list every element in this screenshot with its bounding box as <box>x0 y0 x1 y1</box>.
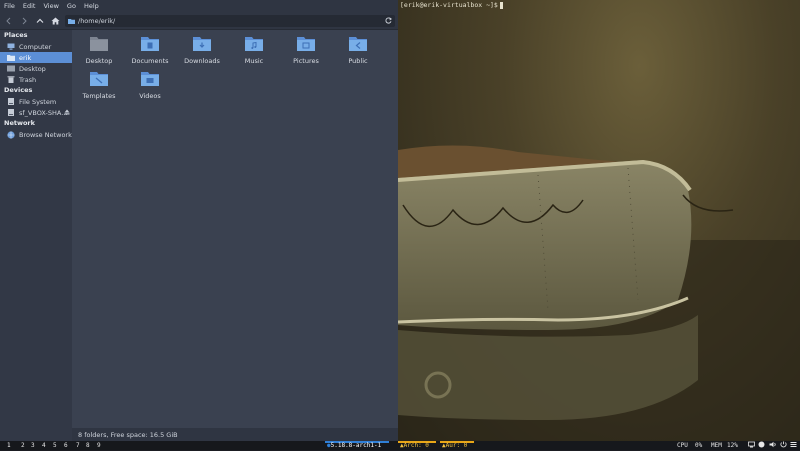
workspace-3[interactable]: 3 <box>31 442 35 450</box>
boat-wallpaper-image <box>398 145 800 441</box>
workspace-6[interactable]: 6 <box>64 442 68 450</box>
sidebar-item-erik[interactable]: erik <box>0 52 72 63</box>
menu-file[interactable]: File <box>0 0 19 13</box>
drive-icon <box>7 98 15 105</box>
sidebar-item-desktop[interactable]: Desktop <box>0 63 72 74</box>
menu-view[interactable]: View <box>39 0 62 13</box>
home-button[interactable] <box>49 15 61 27</box>
sidebar-item-file-system[interactable]: File System <box>0 96 72 107</box>
mem-label: MEM <box>711 442 722 449</box>
file-manager-window: File Edit View Go Help /home/erik/ Place… <box>0 0 398 441</box>
trash-icon <box>7 76 15 83</box>
arch-updates: ▲Arch: 0 <box>398 441 431 450</box>
chevron-up-icon <box>36 18 44 23</box>
desktop-icon <box>7 65 15 72</box>
sidebar: Places Computer erik Desktop Trash Devic… <box>0 30 72 441</box>
folder-item[interactable]: Templates <box>73 70 125 100</box>
sidebar-item-label: Trash <box>19 75 37 84</box>
menu-help[interactable]: Help <box>80 0 103 13</box>
toolbar: /home/erik/ <box>0 13 398 30</box>
network-header: Network <box>4 119 35 127</box>
folder-name: Templates <box>82 92 116 100</box>
folder-name: Downloads <box>184 57 220 65</box>
folder-item[interactable]: Documents <box>124 35 176 65</box>
up-button[interactable] <box>34 15 46 27</box>
places-header: Places <box>4 31 28 39</box>
chevron-left-icon <box>6 17 11 25</box>
sidebar-item-computer[interactable]: Computer <box>0 41 72 52</box>
folder-name: Public <box>348 57 368 65</box>
sidebar-item-browse-network[interactable]: Browse Network <box>0 129 72 140</box>
folder-item[interactable]: Downloads <box>176 35 228 65</box>
home-icon <box>51 17 59 25</box>
folder-downloads-icon <box>193 35 211 51</box>
workspace-8[interactable]: 8 <box>86 442 90 450</box>
sidebar-item-label: sf_VBOX-SHA... <box>19 108 68 117</box>
sidebar-item-label: Desktop <box>19 64 46 73</box>
folder-desktop-icon <box>90 35 108 51</box>
folder-icon <box>68 19 75 24</box>
home-icon <box>7 54 15 61</box>
drive-icon <box>7 109 15 116</box>
workspace-5[interactable]: 5 <box>53 442 57 450</box>
aur-updates-text: Aur: 0 <box>445 442 468 449</box>
chevron-right-icon <box>22 17 27 25</box>
status-text: 8 folders, Free space: 16.5 GiB <box>78 431 178 439</box>
menu-bar: File Edit View Go Help <box>0 0 398 13</box>
mem-value: 12% <box>727 442 738 449</box>
folder-item[interactable]: Pictures <box>280 35 332 65</box>
workspace-4[interactable]: 4 <box>42 442 46 450</box>
file-view: Desktop Documents Downloads Music Pictur… <box>72 30 398 428</box>
sidebar-item-label: Browse Network <box>19 130 72 139</box>
kernel-text: 5.18.8-arch1-1 <box>330 442 382 449</box>
folder-item[interactable]: Public <box>332 35 384 65</box>
terminal-window[interactable]: [erik@erik-virtualbox ~]$ <box>398 0 800 441</box>
folder-documents-icon <box>141 35 159 51</box>
menu-edit[interactable]: Edit <box>19 0 40 13</box>
back-button[interactable] <box>3 15 15 27</box>
workspace-9[interactable]: 9 <box>97 442 101 450</box>
folder-name: Desktop <box>85 57 113 65</box>
folder-templates-icon <box>90 70 108 86</box>
folder-item[interactable]: Music <box>228 35 280 65</box>
terminal-cursor <box>499 1 503 9</box>
devices-header: Devices <box>4 86 33 94</box>
folder-name: Videos <box>139 92 161 100</box>
folder-videos-icon <box>141 70 159 86</box>
menu-go[interactable]: Go <box>63 0 80 13</box>
sidebar-item-label: File System <box>19 97 57 106</box>
arch-updates-text: Arch: 0 <box>403 442 429 449</box>
kernel-version: ●5.18.8-arch1-1 <box>325 441 383 450</box>
location-path: /home/erik/ <box>78 17 116 25</box>
forward-button[interactable] <box>18 15 30 27</box>
location-bar[interactable]: /home/erik/ <box>65 15 395 27</box>
network-icon <box>7 130 15 139</box>
folder-item[interactable]: Desktop <box>73 35 125 65</box>
workspace-1[interactable]: 1 <box>7 442 11 450</box>
sidebar-item-vbox-share[interactable]: sf_VBOX-SHA... <box>0 107 72 118</box>
folder-public-icon <box>349 35 367 51</box>
sidebar-item-trash[interactable]: Trash <box>0 74 72 85</box>
folder-name: Pictures <box>293 57 319 65</box>
aur-updates: ▲Aur: 0 <box>440 441 469 450</box>
folder-music-icon <box>245 35 263 51</box>
reload-icon[interactable] <box>385 17 392 24</box>
folder-name: Documents <box>131 57 169 65</box>
status-panel: 1 2 3 4 5 6 7 8 9 ●5.18.8-arch1-1 ▲Arch:… <box>0 441 800 450</box>
terminal-prompt-line: [erik@erik-virtualbox ~]$ <box>400 1 503 9</box>
sidebar-item-label: erik <box>19 53 32 62</box>
workspace-2[interactable]: 2 <box>21 442 25 450</box>
cpu-label: CPU <box>677 442 688 449</box>
status-bar: 8 folders, Free space: 16.5 GiB <box>72 428 398 441</box>
folder-name: Music <box>244 57 264 65</box>
terminal-prompt: [erik@erik-virtualbox ~]$ <box>400 1 498 9</box>
sidebar-item-label: Computer <box>19 42 52 51</box>
folder-item[interactable]: Videos <box>124 70 176 100</box>
workspace-7[interactable]: 7 <box>76 442 80 450</box>
cpu-value: 0% <box>695 442 703 449</box>
eject-icon[interactable] <box>64 109 70 115</box>
folder-pictures-icon <box>297 35 315 51</box>
computer-icon <box>7 43 15 50</box>
